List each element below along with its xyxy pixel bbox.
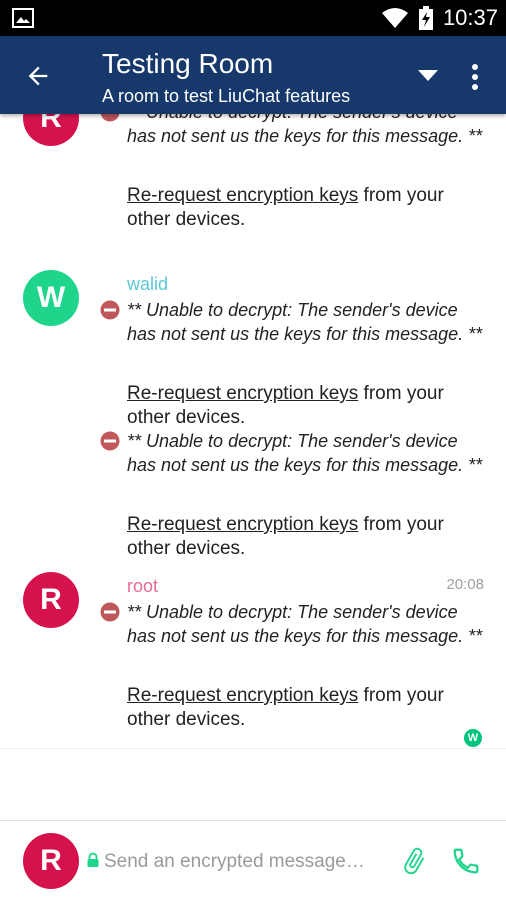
- image-notification-icon: [12, 8, 34, 28]
- message-timeline[interactable]: R root ** Unable to decrypt: The sender'…: [0, 114, 506, 746]
- decryption-error-text: ** Unable to decrypt: The sender's devic…: [127, 602, 483, 646]
- rerequest-keys-text: Re-request encryption keys from your oth…: [127, 382, 487, 430]
- sender-name[interactable]: walid: [127, 274, 168, 295]
- decryption-error-icon: [100, 114, 120, 122]
- sender-name[interactable]: root: [127, 576, 158, 597]
- avatar[interactable]: R: [23, 572, 79, 628]
- read-receipt-avatar[interactable]: W: [464, 729, 482, 747]
- room-topic[interactable]: A room to test LiuChat features: [102, 86, 350, 107]
- avatar[interactable]: R: [23, 114, 79, 146]
- rerequest-keys-text: Re-request encryption keys from your oth…: [127, 513, 487, 561]
- battery-charging-icon: [418, 6, 433, 30]
- timeline-divider: [0, 748, 506, 749]
- rerequest-keys-text: Re-request encryption keys from your oth…: [127, 684, 487, 732]
- composer-avatar[interactable]: R: [23, 833, 79, 889]
- rerequest-keys-link[interactable]: Re-request encryption keys: [127, 185, 358, 206]
- paperclip-icon: [404, 847, 425, 875]
- rerequest-keys-link[interactable]: Re-request encryption keys: [127, 685, 358, 706]
- message-group: R root 20:08 ** Unable to decrypt: The s…: [0, 572, 506, 730]
- phone-icon: [453, 848, 479, 874]
- status-bar: 10:37: [0, 0, 506, 36]
- room-title[interactable]: Testing Room: [102, 48, 273, 80]
- back-button[interactable]: [18, 56, 58, 96]
- overflow-menu-icon: [472, 64, 478, 90]
- decryption-error-icon: [100, 300, 120, 320]
- message-input[interactable]: [104, 846, 382, 878]
- decryption-error-text: ** Unable to decrypt: The sender's devic…: [127, 114, 483, 146]
- message-group: W walid ** Unable to decrypt: The sender…: [0, 270, 506, 560]
- decryption-error-text: ** Unable to decrypt: The sender's devic…: [127, 300, 483, 344]
- composer-divider: [0, 820, 506, 821]
- message-group: R root ** Unable to decrypt: The sender'…: [0, 114, 506, 246]
- attach-button[interactable]: [396, 843, 432, 879]
- voice-call-button[interactable]: [448, 843, 484, 879]
- decryption-error-text: ** Unable to decrypt: The sender's devic…: [127, 431, 483, 475]
- status-time: 10:37: [442, 5, 498, 30]
- room-toolbar: Testing Room A room to test LiuChat feat…: [0, 36, 506, 114]
- decryption-error-icon: [100, 431, 120, 451]
- arrow-back-icon: [28, 66, 48, 86]
- message-timestamp: 20:08: [446, 576, 484, 593]
- rerequest-keys-text: Re-request encryption keys from your oth…: [127, 184, 487, 232]
- avatar[interactable]: W: [23, 270, 79, 326]
- dropdown-triangle-icon: [418, 70, 438, 81]
- decryption-error-icon: [100, 602, 120, 622]
- wifi-icon: [381, 8, 408, 28]
- rerequest-keys-link[interactable]: Re-request encryption keys: [127, 514, 358, 535]
- rerequest-keys-link[interactable]: Re-request encryption keys: [127, 383, 358, 404]
- room-dropdown-button[interactable]: [412, 60, 444, 92]
- lock-icon: [87, 852, 99, 867]
- overflow-menu-button[interactable]: [462, 58, 488, 96]
